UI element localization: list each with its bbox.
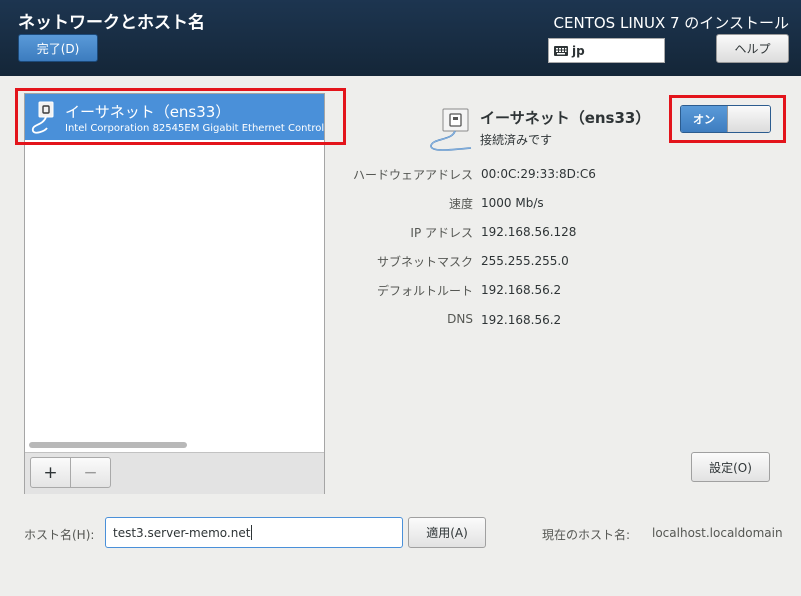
hostname-input[interactable]: test3.server-memo.net <box>105 517 403 548</box>
hardware-address-value: 00:0C:29:33:8D:C6 <box>481 167 596 181</box>
ip-address-value: 192.168.56.128 <box>481 225 577 239</box>
hardware-address-label: ハードウェアアドレス <box>352 168 473 182</box>
current-hostname-value: localhost.localdomain <box>652 526 783 540</box>
toggle-on-label: オン <box>681 106 727 132</box>
text-cursor <box>251 525 253 540</box>
subnet-mask-value: 255.255.255.0 <box>481 254 569 268</box>
device-name: イーサネット（ens33） <box>480 109 651 127</box>
default-route-label: デフォルトルート <box>376 284 473 298</box>
remove-device-button[interactable]: − <box>70 457 111 488</box>
horizontal-scrollbar-thumb[interactable] <box>29 442 187 448</box>
page-title: ネットワークとホスト名 <box>18 13 205 33</box>
dns-label: DNS <box>447 312 473 326</box>
keyboard-icon <box>554 45 568 56</box>
subnet-mask-label: サブネットマスク <box>376 255 473 269</box>
default-route-value: 192.168.56.2 <box>481 283 562 297</box>
network-device-list: イーサネット（ens33） Intel Corporation 82545EM … <box>24 93 325 494</box>
ip-address-label: IP アドレス <box>410 226 473 240</box>
add-device-button[interactable]: + <box>30 457 71 488</box>
speed-value: 1000 Mb/s <box>481 196 544 210</box>
speed-label: 速度 <box>448 197 473 211</box>
hostname-label: ホスト名(H): <box>24 528 95 542</box>
header-bar: ネットワークとホスト名 完了(D) CENTOS LINUX 7 のインストール… <box>0 0 801 76</box>
list-toolbar: + − <box>25 452 324 494</box>
keyboard-layout-indicator[interactable]: jp <box>548 38 665 63</box>
highlight-box-device <box>15 88 346 145</box>
connection-status: 接続済みです <box>480 133 553 147</box>
apply-hostname-button[interactable]: 適用(A) <box>408 517 486 548</box>
dns-value: 192.168.56.2 <box>481 313 562 327</box>
product-title: CENTOS LINUX 7 のインストール <box>553 14 789 32</box>
settings-button[interactable]: 設定(O) <box>691 452 770 482</box>
connection-toggle[interactable]: オン <box>680 105 771 133</box>
current-hostname-label: 現在のホスト名: <box>542 528 631 542</box>
ethernet-cable-icon <box>430 108 472 151</box>
keyboard-layout-label: jp <box>572 43 585 58</box>
help-button[interactable]: ヘルプ <box>716 34 789 63</box>
toggle-knob[interactable] <box>727 106 770 132</box>
hostname-input-value: test3.server-memo.net <box>113 525 251 540</box>
done-button[interactable]: 完了(D) <box>18 34 98 62</box>
